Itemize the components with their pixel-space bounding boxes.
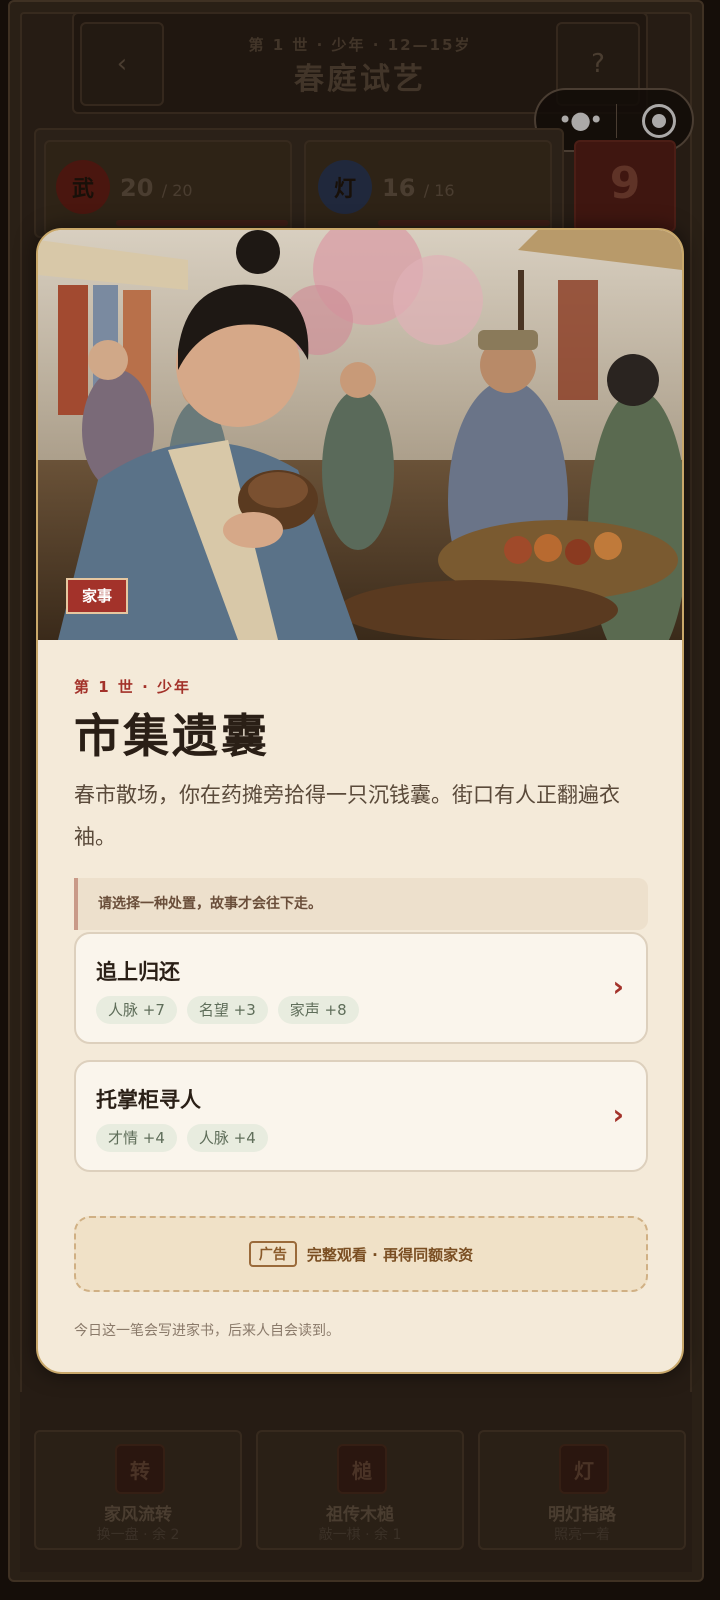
choice-title: 追上归还 — [96, 960, 180, 984]
scene-illustration — [38, 230, 682, 640]
choice-return-pouch[interactable]: 追上归还 人脉 +7 名望 +3 家声 +8 › — [74, 932, 648, 1044]
effect-chips: 人脉 +7 名望 +3 家声 +8 — [96, 996, 359, 1024]
effect-chip: 家声 +8 — [277, 996, 359, 1024]
era-label: 第 1 世 · 少年 — [74, 678, 192, 696]
effect-chip: 人脉 +4 — [186, 1124, 268, 1152]
choice-title: 托掌柜寻人 — [96, 1088, 201, 1112]
effect-chip: 名望 +3 — [186, 996, 268, 1024]
footer-note: 今日这一笔会写进家书，后来人自会读到。 — [74, 1323, 340, 1339]
ad-label: 广告 — [248, 1241, 297, 1267]
event-modal: 家事 第 1 世 · 少年 市集遗囊 春市散场，你在药摊旁拾得一只沉钱囊。街口有… — [36, 228, 684, 1374]
event-description: 春市散场，你在药摊旁拾得一只沉钱囊。街口有人正翻遍衣袖。 — [74, 783, 620, 849]
effect-chip: 人脉 +7 — [96, 996, 177, 1024]
choice-hint: 请选择一种处置，故事才会往下走。 — [74, 878, 648, 930]
effect-chips: 才情 +4 人脉 +4 — [96, 1124, 268, 1152]
choice-ask-shopkeeper[interactable]: 托掌柜寻人 才情 +4 人脉 +4 › — [74, 1060, 648, 1172]
watch-ad-button[interactable]: 广告 完整观看 · 再得同额家资 — [74, 1216, 648, 1292]
ad-text: 完整观看 · 再得同额家资 — [306, 1245, 474, 1264]
effect-chip: 才情 +4 — [96, 1124, 177, 1152]
category-tag: 家事 — [66, 578, 129, 614]
chevron-right-icon: › — [612, 970, 624, 1003]
chevron-right-icon: › — [612, 1098, 624, 1131]
event-title: 市集遗囊 — [74, 709, 270, 763]
